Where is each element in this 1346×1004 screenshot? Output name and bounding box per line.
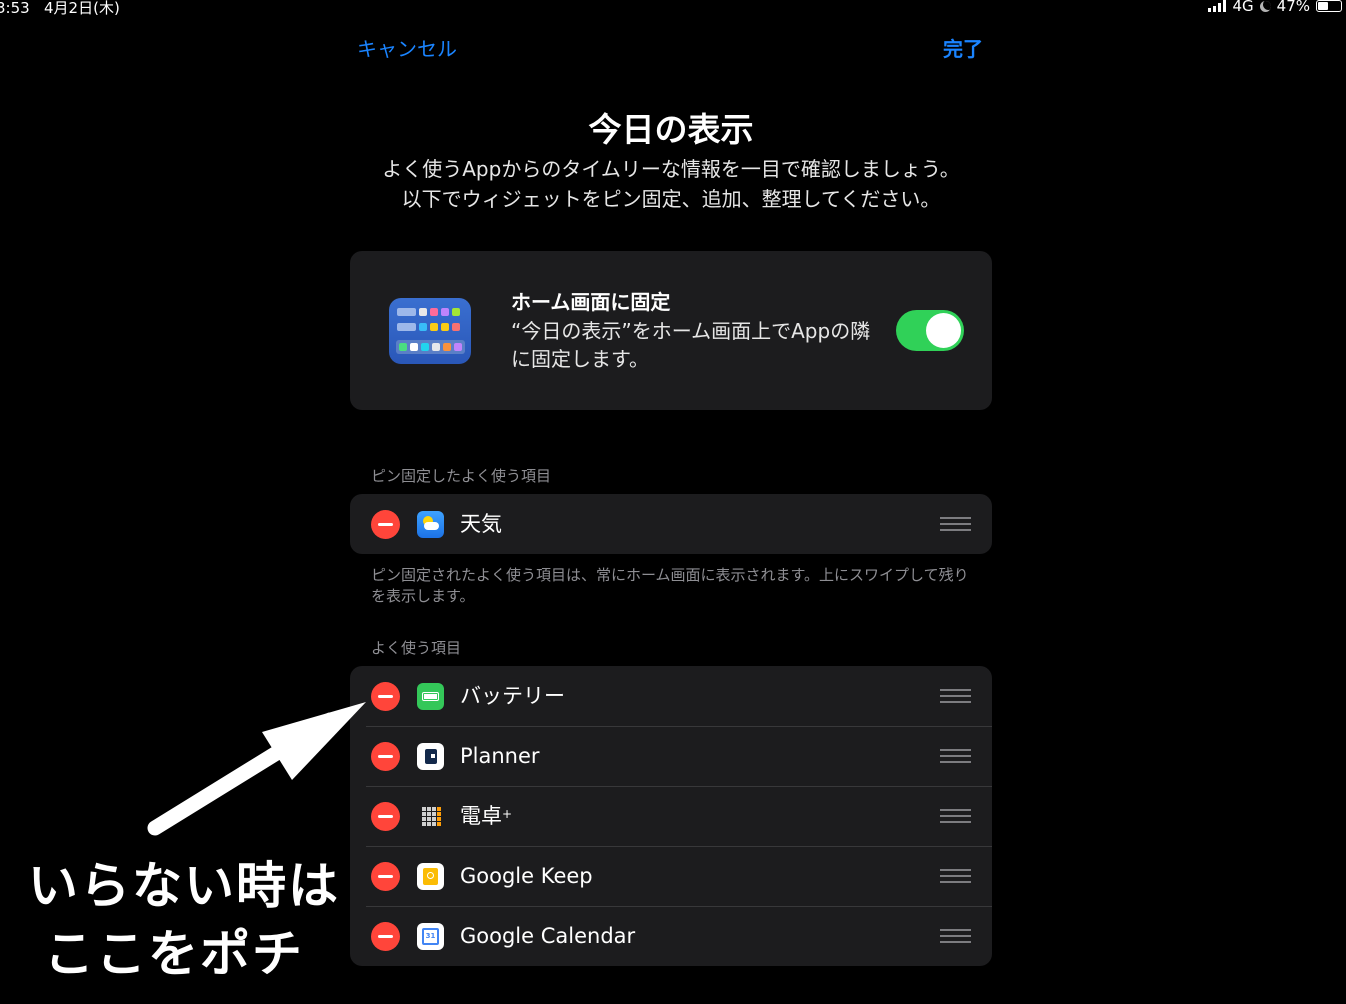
- annotation-text: いらない時は ここをポチ: [28, 852, 340, 988]
- annotation-line-2: ここをポチ: [44, 925, 304, 983]
- annotation-line-1: いらない時は: [28, 857, 340, 915]
